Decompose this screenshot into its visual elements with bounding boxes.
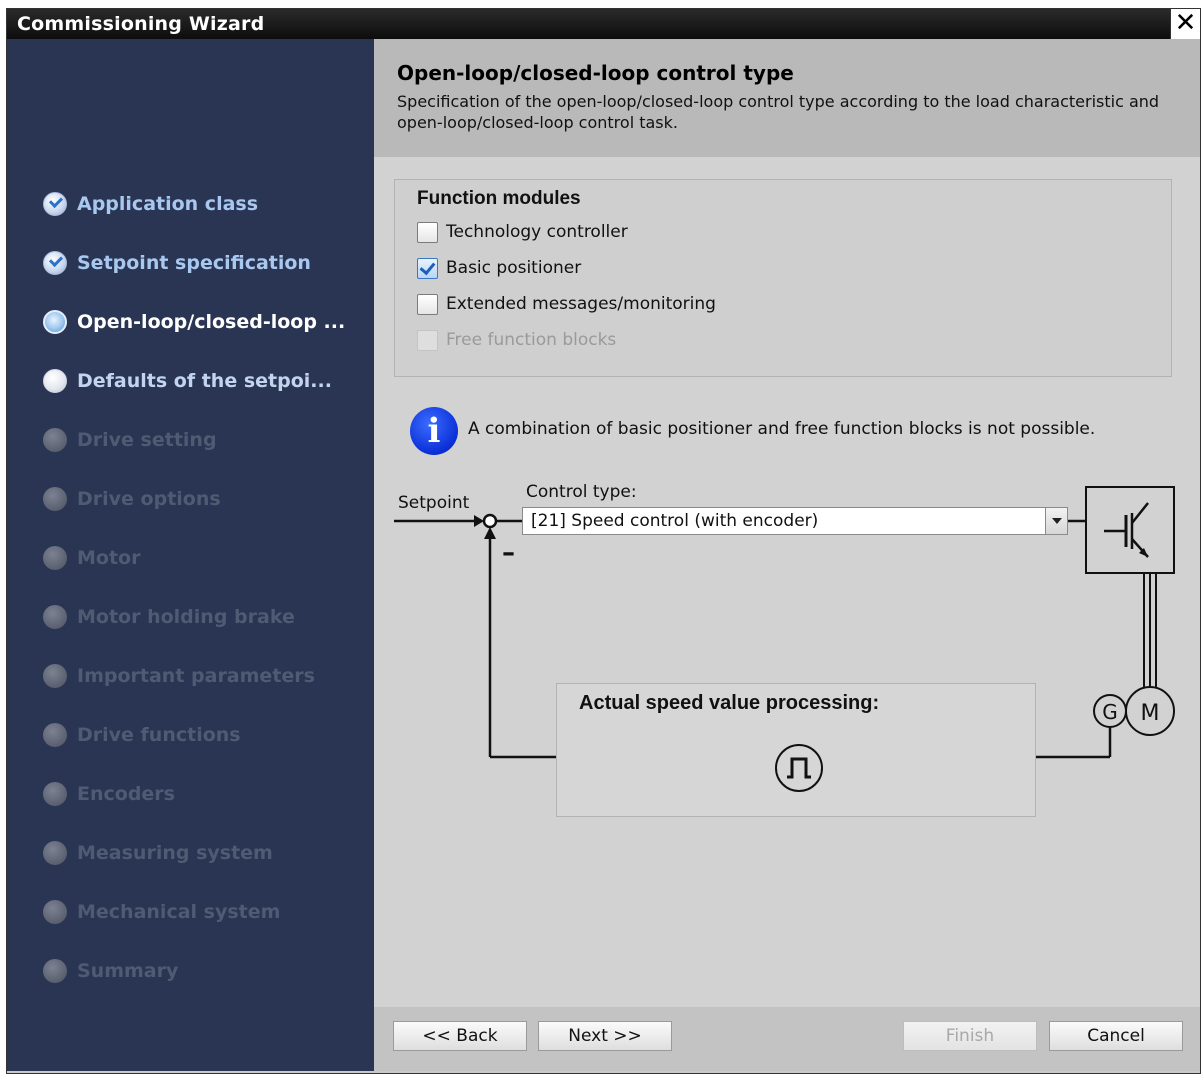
setpoint-arrow-head	[474, 515, 484, 527]
step-next-icon	[43, 369, 67, 393]
cancel-button[interactable]: Cancel	[1049, 1021, 1183, 1051]
step-pending-icon	[43, 723, 67, 747]
step-label: Open-loop/closed-loop ...	[77, 311, 346, 333]
step-motor: Motor	[43, 543, 140, 573]
generator-label: G	[1102, 700, 1118, 724]
step-label: Motor	[77, 547, 141, 569]
step-current-icon	[43, 310, 67, 334]
step-label: Important parameters	[77, 665, 315, 687]
page-title: Open-loop/closed-loop control type	[397, 61, 794, 85]
summing-junction	[482, 513, 498, 529]
main-content: Function modules Technology controller B…	[374, 157, 1200, 1007]
finish-button: Finish	[903, 1021, 1037, 1051]
step-pending-icon	[43, 664, 67, 688]
control-type-dropdown[interactable]: [21] Speed control (with encoder)	[522, 507, 1068, 535]
step-label: Measuring system	[77, 842, 273, 864]
step-done-check-icon	[43, 192, 67, 216]
actual-speed-processing-block: Actual speed value processing:	[556, 683, 1036, 817]
step-motor-holding-brake: Motor holding brake	[43, 602, 295, 632]
wizard-steps-sidebar: Application class Setpoint specification…	[7, 39, 374, 1071]
title-bar: Commissioning Wizard ✕	[7, 9, 1200, 39]
step-drive-functions: Drive functions	[43, 720, 241, 750]
step-label: Drive functions	[77, 724, 241, 746]
commissioning-wizard-window: Commissioning Wizard ✕ Application class…	[6, 8, 1201, 1074]
control-loop-diagram: G M –	[394, 486, 1175, 759]
step-pending-icon	[43, 546, 67, 570]
feedback-arrow-head	[484, 527, 496, 539]
page-description: Specification of the open-loop/closed-lo…	[397, 92, 1160, 132]
pulse-icon	[775, 744, 823, 792]
motor-label: M	[1141, 701, 1160, 726]
next-button[interactable]: Next >>	[538, 1021, 672, 1051]
step-open-closed-loop[interactable]: Open-loop/closed-loop ...	[43, 307, 345, 337]
step-label: Drive options	[77, 488, 221, 510]
step-done-check-icon	[43, 251, 67, 275]
step-pending-icon	[43, 900, 67, 924]
step-pending-icon	[43, 782, 67, 806]
step-label: Application class	[77, 193, 259, 215]
step-setpoint-specification[interactable]: Setpoint specification	[43, 248, 311, 278]
step-pending-icon	[43, 428, 67, 452]
step-label: Setpoint specification	[77, 252, 311, 274]
step-encoders: Encoders	[43, 779, 175, 809]
wizard-footer: << Back Next >> Finish Cancel	[374, 1007, 1200, 1071]
step-label: Defaults of the setpoi...	[77, 370, 332, 392]
setpoint-label: Setpoint	[398, 493, 470, 513]
step-defaults-setpoint[interactable]: Defaults of the setpoi...	[43, 366, 332, 396]
step-application-class[interactable]: Application class	[43, 189, 258, 219]
step-pending-icon	[43, 487, 67, 511]
step-label: Summary	[77, 960, 179, 982]
step-drive-options: Drive options	[43, 484, 221, 514]
control-type-value: [21] Speed control (with encoder)	[531, 511, 819, 531]
step-label: Drive setting	[77, 429, 217, 451]
page-header: Open-loop/closed-loop control type Speci…	[374, 39, 1200, 157]
chevron-down-icon[interactable]	[1045, 508, 1067, 534]
step-measuring-system: Measuring system	[43, 838, 273, 868]
window-title: Commissioning Wizard	[17, 13, 265, 35]
step-mechanical-system: Mechanical system	[43, 897, 280, 927]
inverter-block	[1085, 486, 1175, 574]
back-button[interactable]: << Back	[393, 1021, 527, 1051]
step-pending-icon	[43, 605, 67, 629]
step-summary: Summary	[43, 956, 178, 986]
step-pending-icon	[43, 959, 67, 983]
step-label: Mechanical system	[77, 901, 281, 923]
minus-sign: –	[502, 538, 515, 568]
step-pending-icon	[43, 841, 67, 865]
step-drive-setting: Drive setting	[43, 425, 217, 455]
step-label: Encoders	[77, 783, 175, 805]
step-label: Motor holding brake	[77, 606, 295, 628]
close-button[interactable]: ✕	[1170, 9, 1200, 39]
step-important-parameters: Important parameters	[43, 661, 315, 691]
control-type-label: Control type:	[526, 482, 637, 502]
